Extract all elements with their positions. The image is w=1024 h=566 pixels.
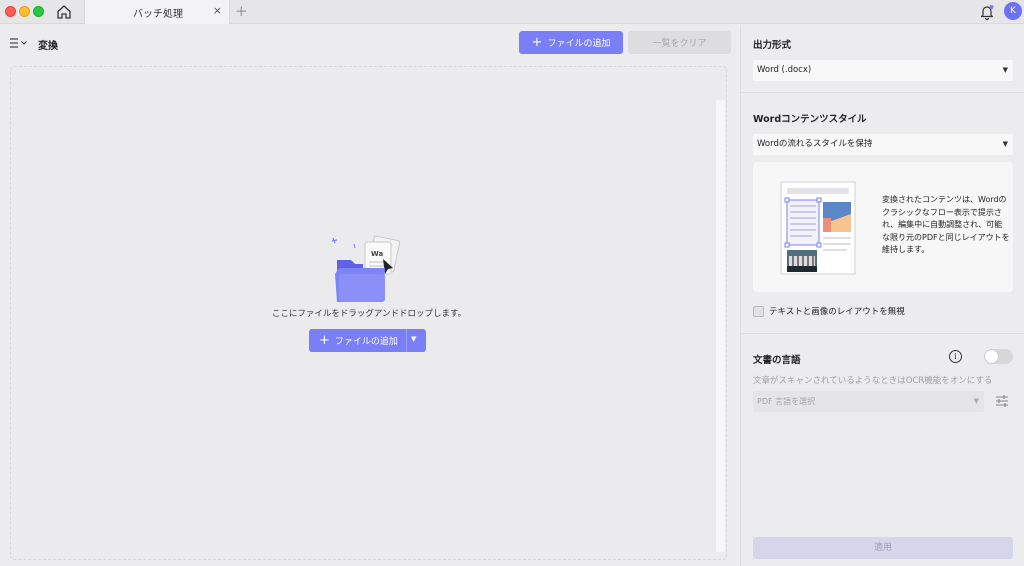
ocr-hint: 文章がスキャンされているようなときはOCR機能をオンにする: [753, 376, 993, 386]
close-window-button[interactable]: [5, 6, 16, 17]
caret-down-icon: ▼: [1002, 140, 1008, 148]
output-format-value: Word (.docx): [757, 65, 812, 75]
svg-text:Wa: Wa: [371, 250, 383, 258]
output-format-select[interactable]: Word (.docx) ▼: [753, 60, 1013, 81]
sliders-icon[interactable]: [995, 394, 1009, 408]
menu-icon[interactable]: [9, 37, 29, 49]
add-files-button[interactable]: + ファイルの追加: [519, 31, 623, 54]
clear-list-button[interactable]: 一覧をクリア: [628, 31, 731, 54]
minimize-window-button[interactable]: [19, 6, 30, 17]
ignore-layout-label: テキストと画像のレイアウトを無視: [769, 307, 905, 317]
add-files-label: ファイルの追加: [334, 337, 398, 347]
home-icon[interactable]: [55, 3, 73, 21]
avatar[interactable]: K: [1004, 2, 1022, 20]
ignore-layout-checkbox[interactable]: [753, 305, 764, 317]
ocr-toggle[interactable]: [984, 349, 1013, 364]
output-format-label: 出力形式: [753, 40, 792, 51]
caret-down-icon[interactable]: ▼: [411, 335, 416, 343]
word-style-select[interactable]: Wordの流れるスタイルを保持 ▼: [753, 134, 1013, 155]
tab-close-button[interactable]: ×: [213, 4, 222, 17]
caret-down-icon: ▼: [973, 397, 979, 405]
document-preview-icon: [780, 181, 856, 275]
language-placeholder: PDF 言語を選択: [757, 397, 816, 406]
apply-button[interactable]: 適用: [753, 537, 1013, 559]
info-icon[interactable]: i: [949, 350, 962, 363]
add-files-label: ファイルの追加: [547, 39, 611, 49]
ignore-layout-option[interactable]: テキストと画像のレイアウトを無視: [753, 305, 905, 317]
style-description: 変換されたコンテンツは、Wordのクラシックなフロー表示で提示され、編集中に自動…: [882, 195, 1010, 254]
page-title: 変換: [38, 41, 58, 52]
folder-illustration-icon: Wa: [331, 235, 401, 302]
button-divider: [406, 329, 407, 352]
add-files-dropdown-button[interactable]: + ファイルの追加 ▼: [309, 329, 426, 352]
word-style-value: Wordの流れるスタイルを保持: [757, 139, 873, 149]
word-style-label: Wordコンテンツスタイル: [753, 114, 867, 125]
tab-label: バッチ処理: [133, 9, 183, 20]
bell-icon[interactable]: [979, 3, 995, 21]
scrollbar[interactable]: [716, 100, 725, 552]
caret-down-icon: ▼: [1002, 66, 1008, 74]
clear-list-label: 一覧をクリア: [652, 39, 707, 49]
new-tab-button[interactable]: +: [235, 2, 248, 20]
toggle-knob: [985, 350, 998, 363]
style-preview-card: 変換されたコンテンツは、Wordのクラシックなフロー表示で提示され、編集中に自動…: [753, 162, 1013, 292]
divider: [741, 333, 1024, 334]
zoom-window-button[interactable]: [33, 6, 44, 17]
tab-batch-processing[interactable]: バッチ処理 ×: [84, 0, 230, 24]
doc-language-label: 文書の言語: [753, 355, 801, 366]
title-bar: バッチ処理 × + K: [0, 0, 1024, 24]
divider: [741, 92, 1024, 93]
plus-icon: +: [319, 333, 330, 348]
settings-panel: 出力形式 Word (.docx) ▼ Wordコンテンツスタイル Wordの流…: [740, 25, 1024, 566]
drop-instruction: ここにファイルをドラッグアンドドロップします。: [271, 309, 467, 319]
conversion-area: 変換 + ファイルの追加 一覧をクリア Wa ここにファイルをドラッグアンドドロ…: [0, 25, 738, 566]
plus-icon: +: [531, 35, 543, 50]
language-select[interactable]: PDF 言語を選択 ▼: [753, 391, 984, 412]
